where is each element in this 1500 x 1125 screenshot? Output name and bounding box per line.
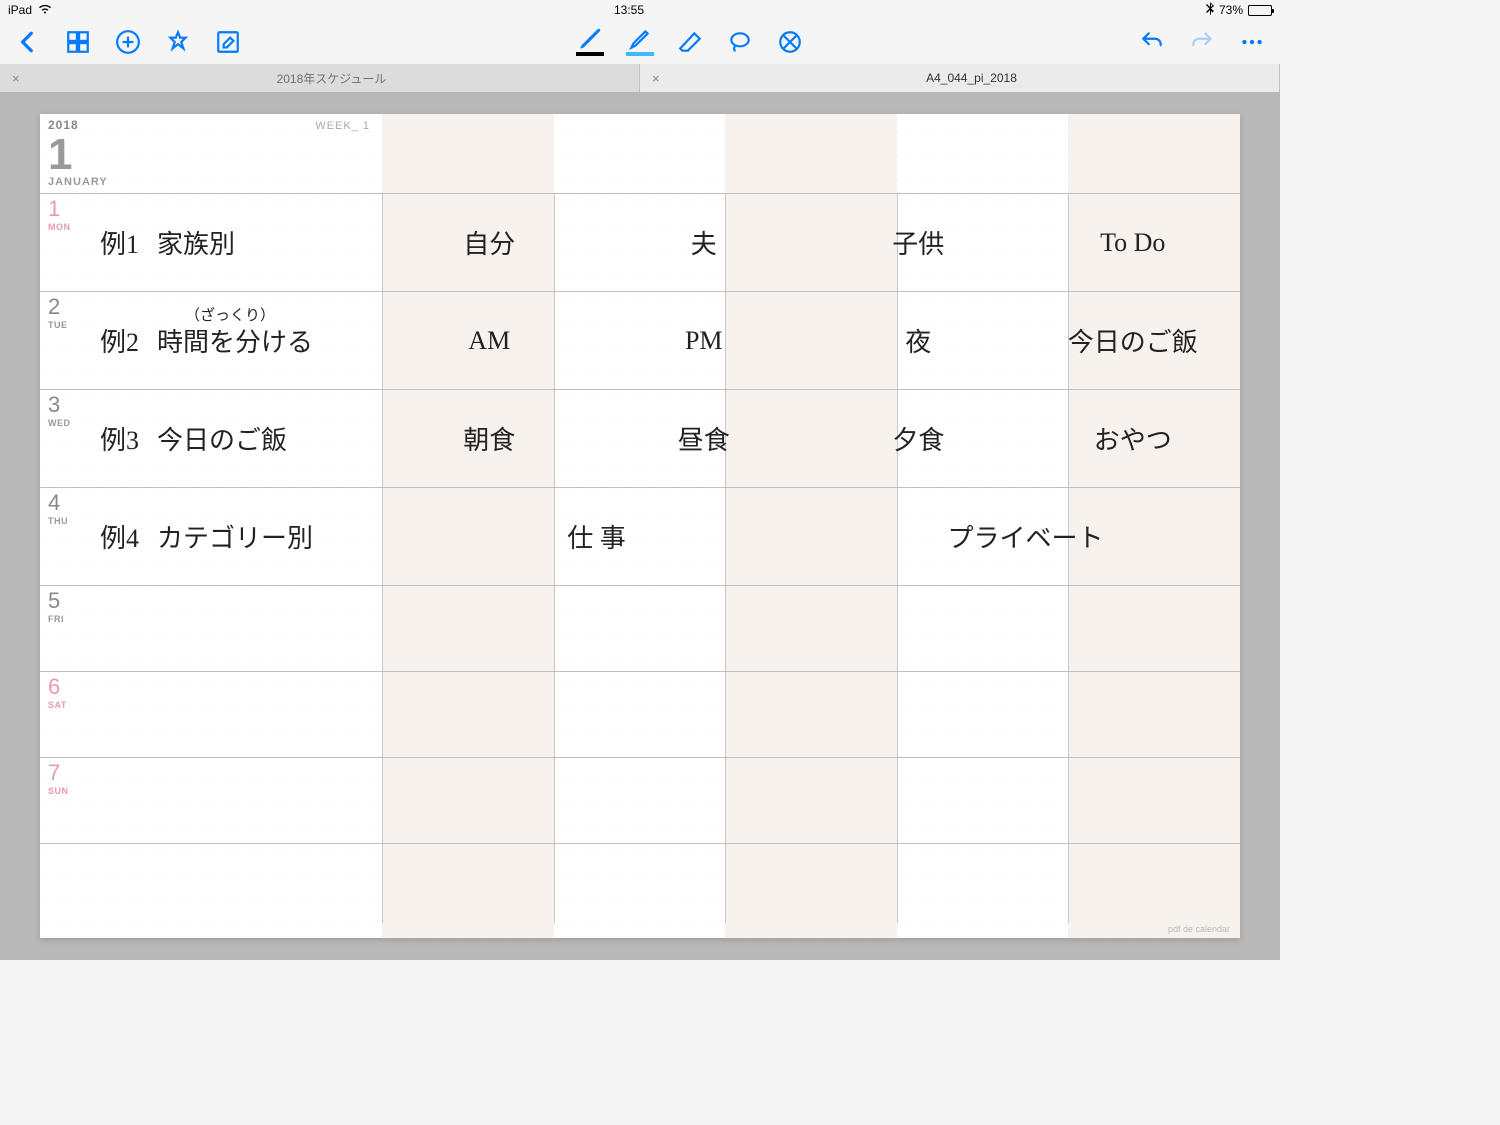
day-abbr: THU (48, 516, 82, 526)
day-number: 7 (48, 762, 82, 784)
canvas-area[interactable]: 2018 1 JANUARY WEEK_ 1 1 MON 例1 家族別 自分 夫 子供 To … (0, 92, 1280, 960)
edit-button[interactable] (214, 28, 242, 56)
day-row[interactable]: 2 TUE 例2 時間を分ける（ざっくり） AM PM 夜 今日のご飯 (40, 292, 1240, 390)
handwritten-text: To Do (1100, 228, 1165, 258)
handwritten-text: おやつ (1094, 420, 1172, 457)
bookmark-button[interactable] (164, 28, 192, 56)
redo-button[interactable] (1188, 28, 1216, 56)
tab-label: A4_044_pi_2018 (676, 71, 1267, 85)
day-number: 6 (48, 676, 82, 698)
handwritten-text: 夫 (691, 224, 717, 261)
status-bar: iPad 13:55 73% (0, 0, 1280, 20)
undo-button[interactable] (1138, 28, 1166, 56)
calendar-header: 2018 1 JANUARY WEEK_ 1 (40, 114, 1240, 194)
day-abbr: SAT (48, 700, 82, 710)
handwritten-text: カテゴリー別 (157, 518, 313, 555)
handwritten-text: 子供 (892, 224, 944, 261)
bluetooth-icon (1206, 2, 1214, 18)
pen-tool[interactable] (576, 28, 604, 56)
month-name: JANUARY (48, 176, 1232, 188)
day-row[interactable]: 7 SUN (40, 758, 1240, 844)
handwritten-text: プライベート (947, 518, 1103, 555)
day-number: 4 (48, 492, 82, 514)
handwritten-text: 今日のご飯 (1068, 322, 1198, 359)
day-number: 1 (48, 198, 82, 220)
handwritten-text: PM (685, 326, 723, 356)
shapes-tool[interactable] (776, 28, 804, 56)
day-row[interactable]: 6 SAT (40, 672, 1240, 758)
handwritten-text: AM (468, 326, 510, 356)
day-abbr: SUN (48, 786, 82, 796)
wifi-icon (38, 3, 52, 17)
tab-inactive[interactable]: × A4_044_pi_2018 (640, 64, 1280, 92)
day-row[interactable]: 3 WED 例3 今日のご飯 朝食 昼食 夕食 おやつ (40, 390, 1240, 488)
handwritten-text: 仕 事 (567, 518, 626, 555)
tab-active[interactable]: × 2018年スケジュール (0, 64, 640, 92)
app-toolbar (0, 20, 1280, 64)
eraser-tool[interactable] (676, 28, 704, 56)
battery-icon (1248, 5, 1272, 16)
day-abbr: FRI (48, 614, 82, 624)
day-number: 5 (48, 590, 82, 612)
handwritten-text: 例1 (100, 224, 139, 261)
close-icon[interactable]: × (12, 71, 24, 86)
footer-brand: pdf de calendar (1168, 924, 1230, 934)
day-row[interactable]: 5 FRI (40, 586, 1240, 672)
tab-bar: × 2018年スケジュール × A4_044_pi_2018 (0, 64, 1280, 92)
handwritten-text: 自分 (463, 224, 515, 261)
handwritten-text: 家族別 (157, 224, 235, 261)
lasso-tool[interactable] (726, 28, 754, 56)
handwritten-text: 昼食 (678, 420, 730, 457)
handwritten-text: 時間を分ける（ざっくり） (157, 322, 313, 359)
grid-view-button[interactable] (64, 28, 92, 56)
day-row[interactable]: 4 THU 例4 カテゴリー別 仕 事 プライベート (40, 488, 1240, 586)
year-label: 2018 (48, 118, 1232, 132)
handwritten-text: 夜 (905, 322, 931, 359)
handwritten-text: 朝食 (463, 420, 515, 457)
device-label: iPad (8, 3, 32, 17)
day-abbr: TUE (48, 320, 82, 330)
highlighter-tool[interactable] (626, 28, 654, 56)
handwritten-text: 例3 (100, 420, 139, 457)
day-number: 2 (48, 296, 82, 318)
day-number: 3 (48, 394, 82, 416)
calendar-page[interactable]: 2018 1 JANUARY WEEK_ 1 1 MON 例1 家族別 自分 夫 子供 To … (40, 114, 1240, 938)
day-row[interactable]: 1 MON 例1 家族別 自分 夫 子供 To Do (40, 194, 1240, 292)
week-label: WEEK_ 1 (315, 120, 370, 132)
handwritten-text: 夕食 (892, 420, 944, 457)
tab-label: 2018年スケジュール (36, 70, 627, 87)
handwritten-annotation: （ざっくり） (185, 304, 275, 325)
handwritten-text: 今日のご飯 (157, 420, 287, 457)
close-icon[interactable]: × (652, 71, 664, 86)
back-button[interactable] (14, 28, 42, 56)
month-number: 1 (48, 134, 1232, 176)
battery-percent: 73% (1219, 3, 1243, 17)
handwritten-text: 例2 (100, 322, 139, 359)
more-button[interactable] (1238, 28, 1266, 56)
clock: 13:55 (614, 3, 644, 17)
handwritten-text: 例4 (100, 518, 139, 555)
day-abbr: WED (48, 418, 82, 428)
day-abbr: MON (48, 222, 82, 232)
add-button[interactable] (114, 28, 142, 56)
